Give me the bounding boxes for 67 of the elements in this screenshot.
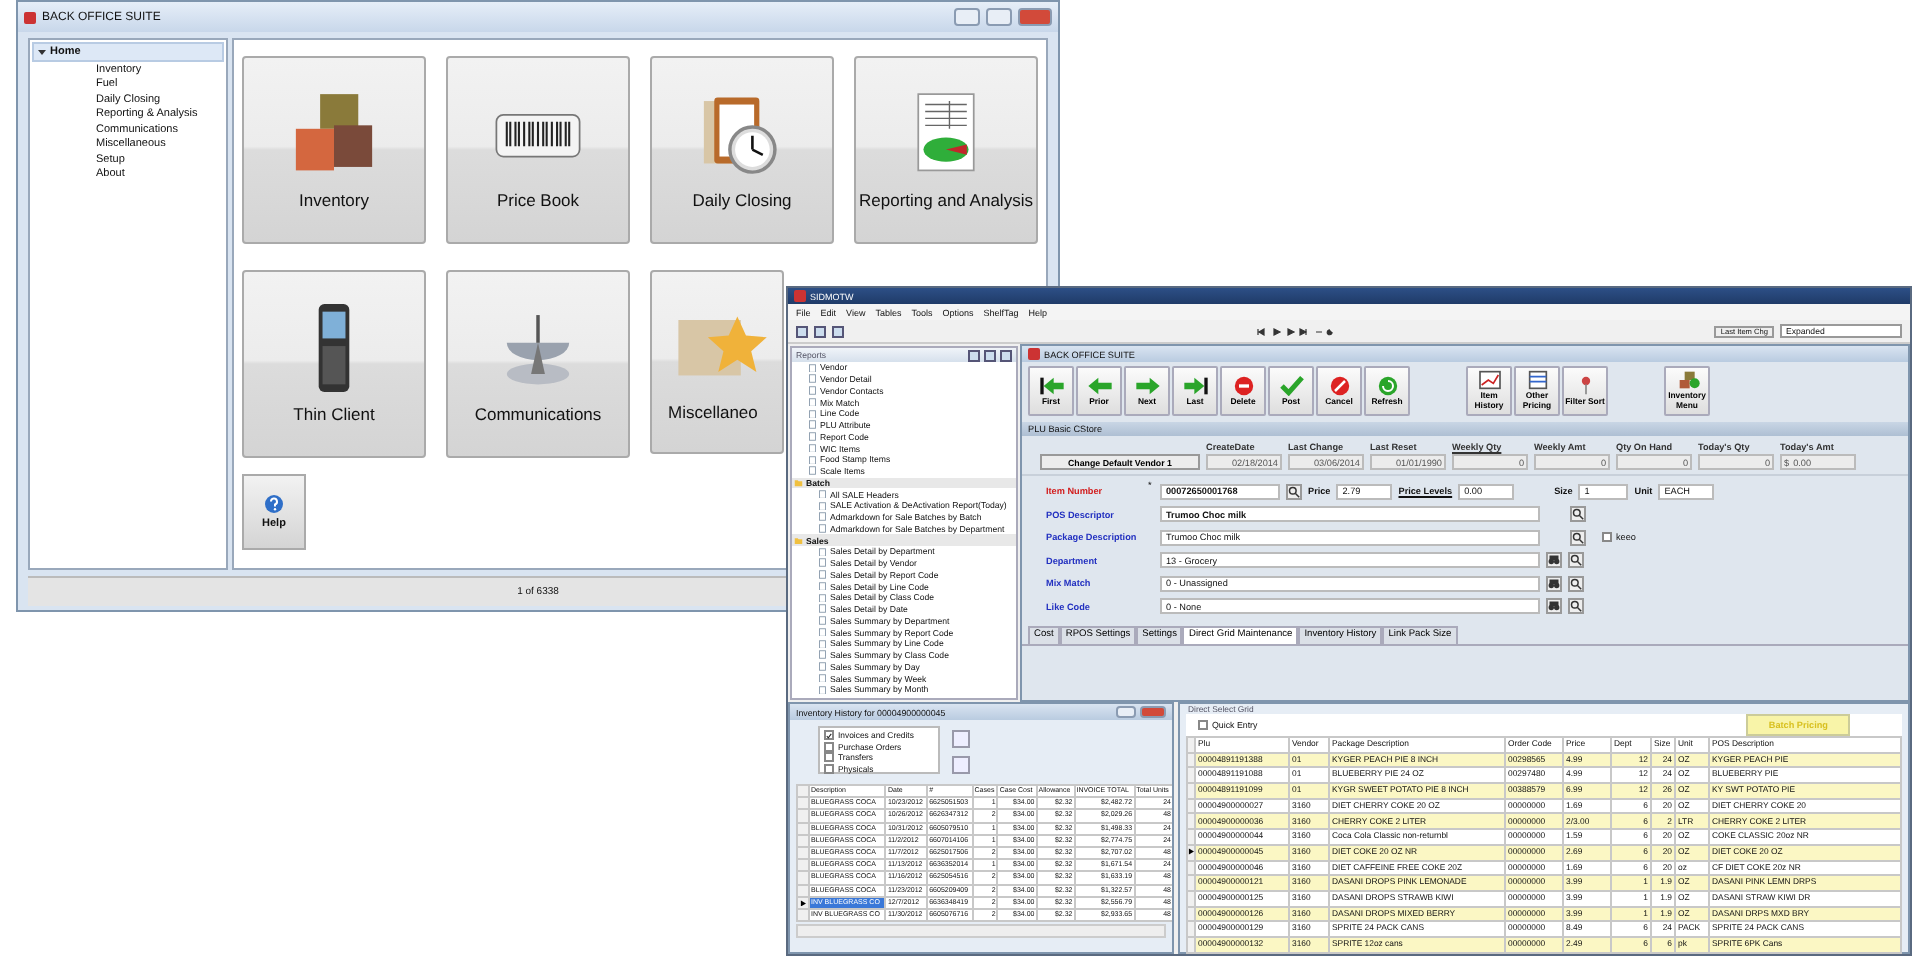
binoculars-button[interactable] [1546,552,1562,569]
checkbox[interactable] [1198,720,1208,730]
close-button[interactable] [1140,706,1166,718]
checkbox[interactable] [824,752,834,762]
row-header-cell[interactable] [1187,752,1195,768]
checkbox[interactable] [824,730,834,740]
table-icon [1523,370,1551,391]
menu-tile[interactable]: Inventory [242,56,426,244]
arrow-right-bar-icon [1181,375,1209,396]
folder-icon [794,478,803,488]
sort-button[interactable] [952,730,970,748]
minimize-button[interactable] [1116,706,1136,718]
row-header-cell[interactable] [1187,890,1195,907]
cancel-icon [1325,375,1353,396]
search-button[interactable] [1568,552,1584,569]
search-button[interactable] [1568,575,1584,592]
search-button[interactable] [1570,529,1586,546]
row-header-cell[interactable] [797,859,809,872]
menu-tile[interactable]: Communications [446,270,630,458]
row-header-cell[interactable] [1187,860,1195,876]
close-button[interactable] [1018,8,1052,26]
row-header-cell[interactable] [797,834,809,847]
export-button[interactable] [952,756,970,774]
search-button[interactable] [1568,598,1584,615]
minimize-button[interactable] [954,8,980,26]
row-header-cell[interactable] [1187,813,1195,830]
row-header-cell[interactable] [797,797,809,810]
binoculars-button[interactable] [1546,575,1562,592]
line-chart-icon [1475,370,1503,391]
row-pointer-icon [799,899,806,907]
expand-arrow-icon[interactable] [38,48,46,56]
checkbox[interactable] [824,763,834,773]
row-header-cell[interactable] [797,896,809,909]
app-icon [24,11,36,23]
checkbox[interactable] [1602,532,1612,543]
row-header-cell[interactable] [1187,844,1195,860]
app-icon [1028,348,1040,360]
checkbox[interactable] [824,741,834,751]
phone-icon [318,304,350,392]
arrow-left-bar-icon [1037,375,1065,396]
maximize-button[interactable] [986,8,1012,26]
binoculars-button[interactable] [1546,598,1562,615]
row-header-cell[interactable] [1187,921,1195,937]
help-icon [264,494,284,514]
menu-tile[interactable]: Thin Client [242,270,426,458]
menu-tile[interactable]: Miscellaneo [650,270,784,454]
row-header-cell[interactable] [1187,936,1195,953]
row-header-cell[interactable] [1187,767,1195,784]
app-icon [794,290,806,302]
refresh-icon [1373,375,1401,396]
arrow-left-icon [1085,375,1113,396]
record-navigation-icons[interactable] [1256,327,1336,335]
row-header-cell[interactable] [1187,906,1195,922]
folder-icon [794,535,803,545]
search-button[interactable] [1286,483,1302,499]
horizontal-scrollbar[interactable] [796,924,1166,939]
row-header-cell[interactable] [1187,875,1195,891]
row-header-cell[interactable] [1187,798,1195,814]
row-header-cell[interactable] [1187,783,1195,799]
menu-tile[interactable]: Daily Closing [650,56,834,244]
arrow-right-icon [1133,375,1161,396]
search-button[interactable] [1570,506,1586,523]
menu-tile[interactable]: Reporting and Analysis [854,56,1038,244]
row-header-cell[interactable] [1187,829,1195,845]
delete-icon [1229,375,1257,396]
menu-tile[interactable]: Price Book [446,56,630,244]
checkmark-icon [1277,375,1305,396]
